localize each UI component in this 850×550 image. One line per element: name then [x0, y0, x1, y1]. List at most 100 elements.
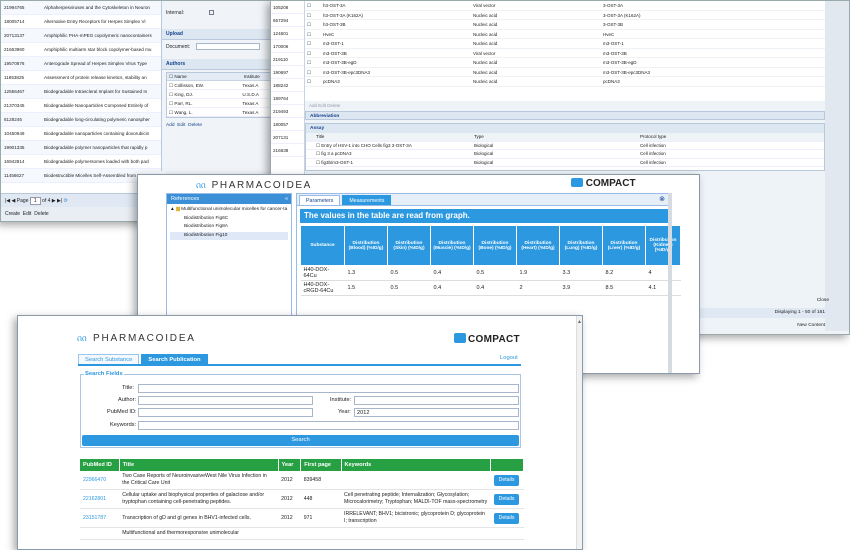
assay-row[interactable]: ☐ fig3b/m3-OST-1 Biological Cell infection — [306, 159, 824, 167]
tree-root[interactable]: ▲ ▆ Multifunctional unimolecular micelle… — [170, 206, 288, 215]
row-checkbox[interactable]: ☐ — [305, 1, 313, 10]
pubmed-input[interactable] — [138, 408, 313, 417]
add-author-button[interactable]: Add — [166, 123, 175, 128]
row-checkbox[interactable]: ☐ — [305, 58, 313, 67]
substance-row[interactable]: ☐ m3-OST-1 Nucleic acid m3-OST-1 — [305, 39, 825, 49]
id-strip-row[interactable]: 207131 — [271, 131, 304, 144]
tab-measurements[interactable]: Measurements — [342, 195, 392, 205]
collapse-icon[interactable]: « — [285, 194, 288, 204]
author-row[interactable]: ☐ Wang, L. Texas A — [167, 108, 271, 117]
measure-col-header[interactable]: Distribution (Bone) (%ID/g) — [473, 225, 517, 266]
refresh-icon[interactable]: ⟳ — [64, 198, 68, 204]
type-col-header[interactable]: Type — [474, 133, 640, 141]
id-strip-row[interactable]: 188242 — [271, 79, 304, 92]
measure-col-header[interactable]: Distribution (Skin) (%ID/g) — [387, 225, 431, 266]
row-checkbox[interactable]: ☐ — [305, 20, 313, 29]
measure-col-header[interactable]: Distribution (Blood) (%ID/g) — [344, 225, 388, 266]
year-input[interactable]: 2012 — [354, 408, 519, 417]
logout-link[interactable]: Logout — [500, 355, 518, 361]
author-row[interactable]: ☐ King, DJ. U.S.D.A — [167, 90, 271, 99]
list-row-id[interactable]: 10450949 — [1, 127, 41, 141]
keywords-col-header[interactable]: Keywords — [341, 459, 492, 471]
list-row-title[interactable]: Biodegradable polymer nanoparticles that… — [41, 141, 166, 155]
row-checkbox[interactable]: ☐ — [305, 68, 313, 77]
assay-row[interactable]: ☐ fig 3 a pcDNA3 Biological Cell infection — [306, 150, 824, 159]
list-row-title[interactable]: Alternative Entry Receptors for Herpes S… — [41, 15, 166, 29]
title-col-header[interactable]: Title — [119, 459, 279, 471]
row-checkbox[interactable]: ☐ — [305, 49, 313, 58]
measure-col-header[interactable]: Distribution (Muscle) (%ID/g) — [430, 225, 474, 266]
delete-button[interactable]: Delete — [34, 211, 48, 217]
protocol-col-header[interactable]: Protocol type — [640, 133, 820, 141]
id-strip-row[interactable]: 216638 — [271, 144, 304, 157]
details-button[interactable]: Details — [493, 493, 520, 505]
row-checkbox[interactable]: ☐ — [305, 39, 313, 48]
prev-page-icon[interactable]: ◀ — [12, 198, 16, 204]
row-checkbox[interactable]: ☐ — [305, 77, 313, 86]
search-button[interactable]: Search — [82, 435, 519, 446]
list-row-id[interactable]: 6128245 — [1, 113, 41, 127]
details-button[interactable]: Details — [493, 474, 520, 486]
list-row-title[interactable]: Assessment of protein release kinetics, … — [41, 71, 166, 85]
create-button[interactable]: Create — [5, 211, 20, 217]
pubmed-link[interactable] — [80, 527, 120, 540]
substance-row[interactable]: ☐ m3-OST-3B Viral vector m3-OST-3B — [305, 49, 825, 58]
tab-search-substance[interactable]: Search Substance — [78, 354, 140, 364]
internal-checkbox[interactable] — [209, 10, 215, 16]
list-row-id[interactable]: 19570876 — [1, 57, 41, 71]
list-row-title[interactable]: Amphiphilic PHA-mPEG copolymeric nanocon… — [41, 29, 166, 43]
substance-row[interactable]: ☐ pcDNA3 Nucleic acid pcDNA3 — [305, 77, 825, 87]
measure-col-header[interactable]: Distribution (Kidney) (%ID/g) — [645, 225, 681, 266]
tree-item-fig8a[interactable]: Biodistribution Fig8A — [170, 223, 288, 232]
substance-row[interactable]: ☐ h3-OST-3A Viral vector 3-OST-3A — [305, 1, 825, 11]
pubmed-link[interactable]: 22162801 — [80, 489, 120, 509]
first-page-icon[interactable]: |◀ — [5, 198, 10, 204]
year-col-header[interactable]: Year — [278, 459, 302, 471]
list-row-title[interactable]: Biodegradable Intrascleral Implant for S… — [41, 85, 166, 99]
assay-row[interactable]: ☐ Entry of HSV-1 into CHO Cells fig3 3-O… — [306, 142, 824, 150]
measure-col-header[interactable]: Distribution (Lung) (%ID/g) — [559, 225, 603, 266]
list-row-title[interactable]: Biodegradable Nanoparticles Composed Ent… — [41, 99, 166, 113]
tab-search-publication[interactable]: Search Publication — [141, 354, 208, 364]
list-row-title[interactable]: Biodegradable long-circulating polymeric… — [41, 113, 166, 127]
title-col-header[interactable]: Title — [306, 133, 474, 141]
list-row-id[interactable]: 16942814 — [1, 155, 41, 169]
list-row-title[interactable]: Biodegradable nanoparticles containing d… — [41, 127, 166, 141]
author-input[interactable] — [138, 396, 313, 405]
list-row-id[interactable]: 20713137 — [1, 29, 41, 43]
select-all-checkbox[interactable]: ☐ — [169, 74, 173, 79]
edit-button[interactable]: Edit — [23, 211, 32, 217]
pubmed-link[interactable]: 22966470 — [80, 471, 120, 490]
substance-row[interactable]: ☐ m3-OST-3B-egD Nucleic acid m3-OST-3B-egD — [305, 58, 825, 68]
row-checkbox[interactable]: ☐ — [305, 11, 313, 20]
id-strip-row[interactable]: 124601 — [271, 27, 304, 40]
measure-col-header[interactable]: Substance — [300, 225, 345, 266]
id-strip-row[interactable]: 189764 — [271, 92, 304, 105]
tab-parameters[interactable]: Parameters — [299, 195, 341, 205]
list-row-id[interactable]: 18005714 — [1, 15, 41, 29]
document-input[interactable] — [195, 43, 260, 50]
list-row-id[interactable]: 11853825 — [1, 71, 41, 85]
delete-author-button[interactable]: Delete — [188, 123, 202, 128]
scroll-up-icon[interactable]: ▲ — [577, 319, 582, 325]
id-strip-row[interactable]: 170006 — [271, 40, 304, 53]
row-checkbox[interactable]: ☐ — [305, 30, 313, 39]
id-strip-row[interactable]: 105208 — [271, 1, 304, 14]
list-row-title[interactable]: Anterograde Spread of Herpes Simplex Vir… — [41, 57, 166, 71]
close-icon[interactable]: ⊗ — [659, 195, 665, 203]
keywords-input[interactable] — [138, 421, 519, 430]
list-row-title[interactable]: Alphaherpesviruses and the Cytoskeleton … — [41, 1, 166, 15]
list-row-title[interactable]: Amphiphilic multiarm star block copolyme… — [41, 43, 166, 57]
list-row-id[interactable]: 21994765 — [1, 1, 41, 15]
name-col-header[interactable]: Name — [174, 73, 242, 81]
page-scrollbar[interactable] — [576, 316, 582, 549]
measure-col-header[interactable]: Distribution (Liver) (%ID/g) — [602, 225, 646, 266]
id-strip-row[interactable]: 219493 — [271, 105, 304, 118]
measure-col-header[interactable]: Distribution (Heart) (%ID/g) — [516, 225, 560, 266]
next-page-icon[interactable]: ▶ — [52, 198, 56, 204]
abbreviation-section[interactable]: Abbreviation — [305, 111, 825, 120]
pubmed-col-header[interactable]: PubMed ID — [80, 459, 120, 471]
author-row[interactable]: ☐ Parr, RL. Texas A — [167, 99, 271, 108]
list-row-id[interactable]: 12556467 — [1, 85, 41, 99]
list-row-id[interactable]: 21370345 — [1, 99, 41, 113]
